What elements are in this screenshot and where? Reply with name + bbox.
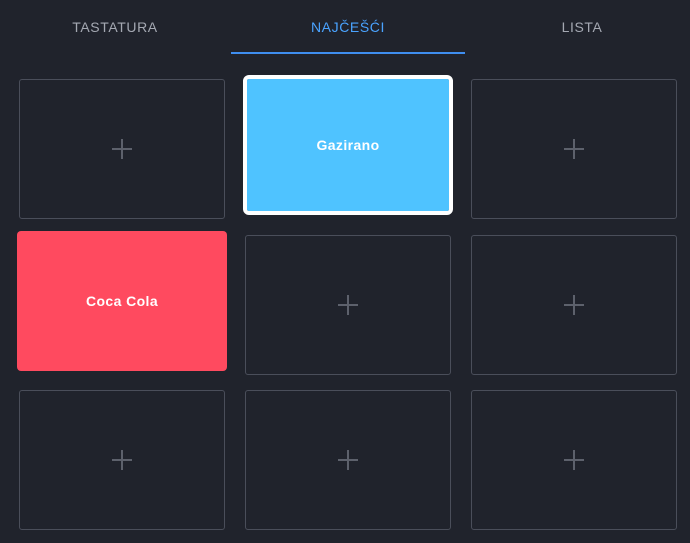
tab-bar: TASTATURA NAJČEŠĆI LISTA bbox=[0, 0, 690, 54]
item-tile-coca-cola[interactable]: Coca Cola bbox=[17, 231, 227, 371]
item-tile-gazirano[interactable]: Gazirano bbox=[243, 75, 453, 215]
plus-icon bbox=[564, 139, 584, 159]
add-item-slot[interactable] bbox=[19, 390, 225, 530]
active-tab-indicator bbox=[231, 52, 465, 54]
plus-icon bbox=[112, 139, 132, 159]
add-item-slot[interactable] bbox=[245, 235, 451, 375]
item-tile-label: Coca Cola bbox=[85, 293, 159, 309]
plus-icon bbox=[564, 450, 584, 470]
item-tile-label: Gazirano bbox=[316, 137, 380, 153]
plus-icon bbox=[112, 450, 132, 470]
add-item-slot[interactable] bbox=[471, 235, 677, 375]
plus-icon bbox=[338, 295, 358, 315]
add-item-slot[interactable] bbox=[19, 79, 225, 219]
add-item-slot[interactable] bbox=[471, 390, 677, 530]
tab-lista[interactable]: LISTA bbox=[470, 0, 690, 54]
plus-icon bbox=[564, 295, 584, 315]
add-item-slot[interactable] bbox=[245, 390, 451, 530]
tab-najcesci[interactable]: NAJČEŠĆI bbox=[231, 0, 465, 54]
add-item-slot[interactable] bbox=[471, 79, 677, 219]
plus-icon bbox=[338, 450, 358, 470]
tab-tastatura[interactable]: TASTATURA bbox=[0, 0, 230, 54]
